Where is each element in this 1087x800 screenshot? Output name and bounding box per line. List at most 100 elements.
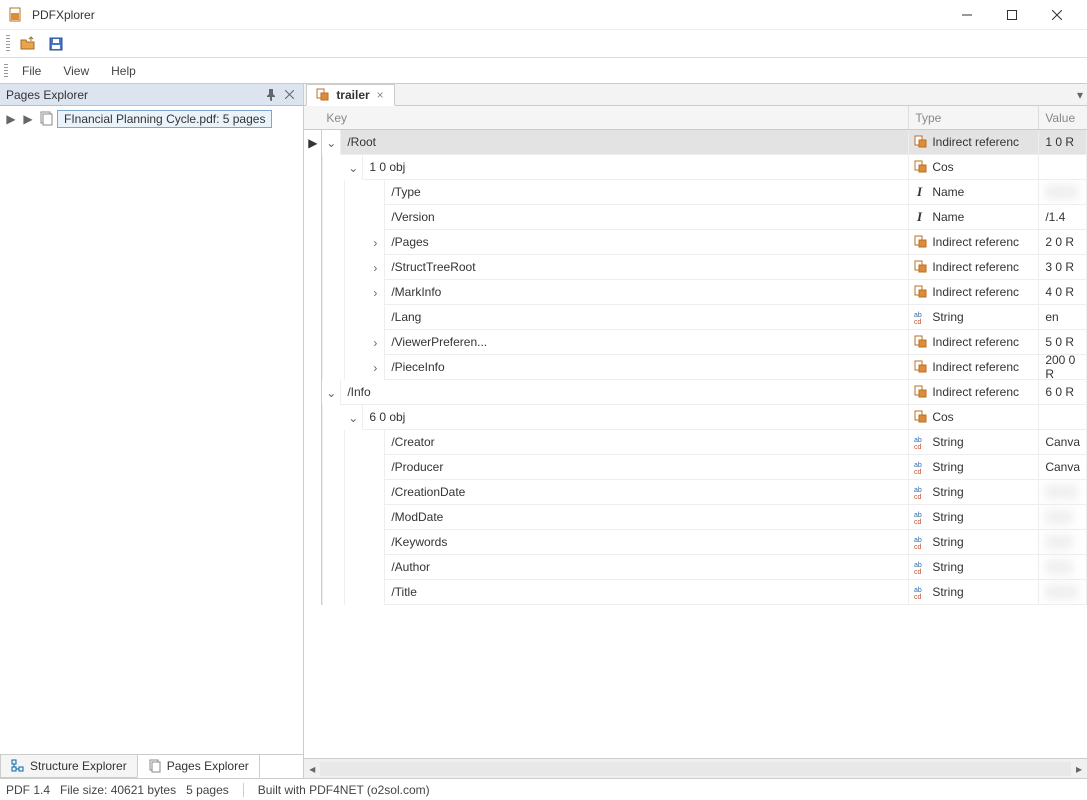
menu-view[interactable]: View xyxy=(53,61,99,81)
panel-close-icon[interactable] xyxy=(281,87,297,103)
open-button[interactable] xyxy=(18,34,38,54)
grid-row-root_obj[interactable]: ⌄1 0 objCos xyxy=(304,155,1087,180)
column-type-header[interactable]: Type xyxy=(909,106,1039,129)
chevron-right-icon[interactable]: › xyxy=(366,261,384,275)
file-tree-row[interactable]: ▶ ▶ FInancial Planning Cycle.pdf: 5 page… xyxy=(4,108,299,130)
row-leading-arrow[interactable] xyxy=(304,505,322,530)
grid-row-root_piece[interactable]: ›/PieceInfoIndirect referenc200 0 R xyxy=(304,355,1087,380)
maximize-button[interactable] xyxy=(989,1,1034,29)
svg-text:cd: cd xyxy=(914,469,922,475)
row-leading-arrow[interactable] xyxy=(304,455,322,480)
menu-bar: File View Help xyxy=(0,58,1087,84)
type-cell: Indirect referenc xyxy=(909,280,1039,305)
tab-structure-explorer[interactable]: Structure Explorer xyxy=(0,755,138,778)
grid-row-root_type[interactable]: ·/TypeIName xyxy=(304,180,1087,205)
grid-row-info_mod[interactable]: ·/ModDateabcdString xyxy=(304,505,1087,530)
row-leading-arrow[interactable] xyxy=(304,155,322,180)
grid-row-info_creation[interactable]: ·/CreationDateabcdString xyxy=(304,480,1087,505)
grid-row-root[interactable]: ▶⌄/RootIndirect referenc1 0 R xyxy=(304,130,1087,155)
type-label: Indirect referenc xyxy=(932,335,1019,349)
grid-row-root_lang[interactable]: ·/LangabcdStringen xyxy=(304,305,1087,330)
grid-row-info_obj[interactable]: ⌄6 0 objCos xyxy=(304,405,1087,430)
tab-trailer[interactable]: trailer × xyxy=(306,84,394,106)
tab-structure-label: Structure Explorer xyxy=(30,759,127,773)
tree-expand-icon-2[interactable]: ▶ xyxy=(21,112,35,126)
tabs-dropdown-icon[interactable]: ▾ xyxy=(1073,88,1087,102)
chevron-down-icon[interactable]: ⌄ xyxy=(322,136,340,150)
tab-close-icon[interactable]: × xyxy=(375,88,386,102)
grid-row-info_producer[interactable]: ·/ProducerabcdStringCanva xyxy=(304,455,1087,480)
row-leading-arrow[interactable] xyxy=(304,580,322,605)
save-button[interactable] xyxy=(46,34,66,54)
value-cell xyxy=(1039,155,1087,180)
row-leading-arrow[interactable] xyxy=(304,555,322,580)
column-value-header[interactable]: Value xyxy=(1039,106,1087,129)
value-cell: 1 0 R xyxy=(1039,130,1087,155)
row-leading-arrow[interactable] xyxy=(304,180,322,205)
row-leading-arrow[interactable] xyxy=(304,255,322,280)
row-leading-arrow[interactable]: ▶ xyxy=(304,130,322,155)
indirect-type-icon xyxy=(913,134,929,150)
grid-row-root_version[interactable]: ·/VersionIName/1.4 xyxy=(304,205,1087,230)
no-expander: · xyxy=(366,211,384,225)
row-leading-arrow[interactable] xyxy=(304,330,322,355)
chevron-down-icon[interactable]: ⌄ xyxy=(344,161,362,175)
menu-file[interactable]: File xyxy=(12,61,51,81)
chevron-down-icon[interactable]: ⌄ xyxy=(344,411,362,425)
type-cell: abcdString xyxy=(909,555,1039,580)
type-label: String xyxy=(932,435,963,449)
string-type-icon: abcd xyxy=(913,509,929,525)
grid-row-info_title[interactable]: ·/TitleabcdString xyxy=(304,580,1087,605)
close-button[interactable] xyxy=(1034,1,1079,29)
key-label: /Type xyxy=(384,180,909,205)
chevron-right-icon[interactable]: › xyxy=(366,361,384,375)
key-label: /Pages xyxy=(384,230,909,255)
grid-row-root_struct[interactable]: ›/StructTreeRootIndirect referenc3 0 R xyxy=(304,255,1087,280)
grid-row-info[interactable]: ⌄/InfoIndirect referenc6 0 R xyxy=(304,380,1087,405)
row-leading-arrow[interactable] xyxy=(304,380,322,405)
type-label: Indirect referenc xyxy=(932,360,1019,374)
type-label: Name xyxy=(932,210,964,224)
column-key-header[interactable]: Key xyxy=(304,106,909,129)
chevron-right-icon[interactable]: › xyxy=(366,236,384,250)
chevron-right-icon[interactable]: › xyxy=(366,286,384,300)
svg-text:cd: cd xyxy=(914,569,922,575)
row-leading-arrow[interactable] xyxy=(304,405,322,430)
chevron-right-icon[interactable]: › xyxy=(366,336,384,350)
no-expander: · xyxy=(366,561,384,575)
row-leading-arrow[interactable] xyxy=(304,530,322,555)
type-label: String xyxy=(932,535,963,549)
grid-row-root_viewer[interactable]: ›/ViewerPreferen...Indirect referenc5 0 … xyxy=(304,330,1087,355)
grid-row-info_creator[interactable]: ·/CreatorabcdStringCanva xyxy=(304,430,1087,455)
type-label: Indirect referenc xyxy=(932,260,1019,274)
scroll-track[interactable] xyxy=(320,762,1071,776)
row-leading-arrow[interactable] xyxy=(304,480,322,505)
cos-icon xyxy=(315,87,331,103)
pages-explorer-icon xyxy=(148,759,162,773)
pin-icon[interactable] xyxy=(263,87,279,103)
row-leading-arrow[interactable] xyxy=(304,280,322,305)
menu-help[interactable]: Help xyxy=(101,61,146,81)
no-expander: · xyxy=(366,311,384,325)
minimize-button[interactable] xyxy=(944,1,989,29)
tree-expand-icon[interactable]: ▶ xyxy=(4,112,18,126)
grid-row-info_keywords[interactable]: ·/KeywordsabcdString xyxy=(304,530,1087,555)
row-leading-arrow[interactable] xyxy=(304,230,322,255)
value-cell: 3 0 R xyxy=(1039,255,1087,280)
grid-row-root_mark[interactable]: ›/MarkInfoIndirect referenc4 0 R xyxy=(304,280,1087,305)
string-type-icon: abcd xyxy=(913,434,929,450)
svg-text:I: I xyxy=(916,184,923,199)
scroll-right-icon[interactable]: ▸ xyxy=(1071,761,1087,777)
grid-row-info_author[interactable]: ·/AuthorabcdString xyxy=(304,555,1087,580)
scroll-left-icon[interactable]: ◂ xyxy=(304,761,320,777)
key-label: /Author xyxy=(384,555,909,580)
row-leading-arrow[interactable] xyxy=(304,205,322,230)
row-leading-arrow[interactable] xyxy=(304,430,322,455)
value-cell: 5 0 R xyxy=(1039,330,1087,355)
grid-row-root_pages[interactable]: ›/PagesIndirect referenc2 0 R xyxy=(304,230,1087,255)
tab-pages-explorer[interactable]: Pages Explorer xyxy=(137,755,260,778)
row-leading-arrow[interactable] xyxy=(304,305,322,330)
horizontal-scrollbar[interactable]: ◂ ▸ xyxy=(304,758,1087,778)
chevron-down-icon[interactable]: ⌄ xyxy=(322,386,340,400)
row-leading-arrow[interactable] xyxy=(304,355,322,380)
